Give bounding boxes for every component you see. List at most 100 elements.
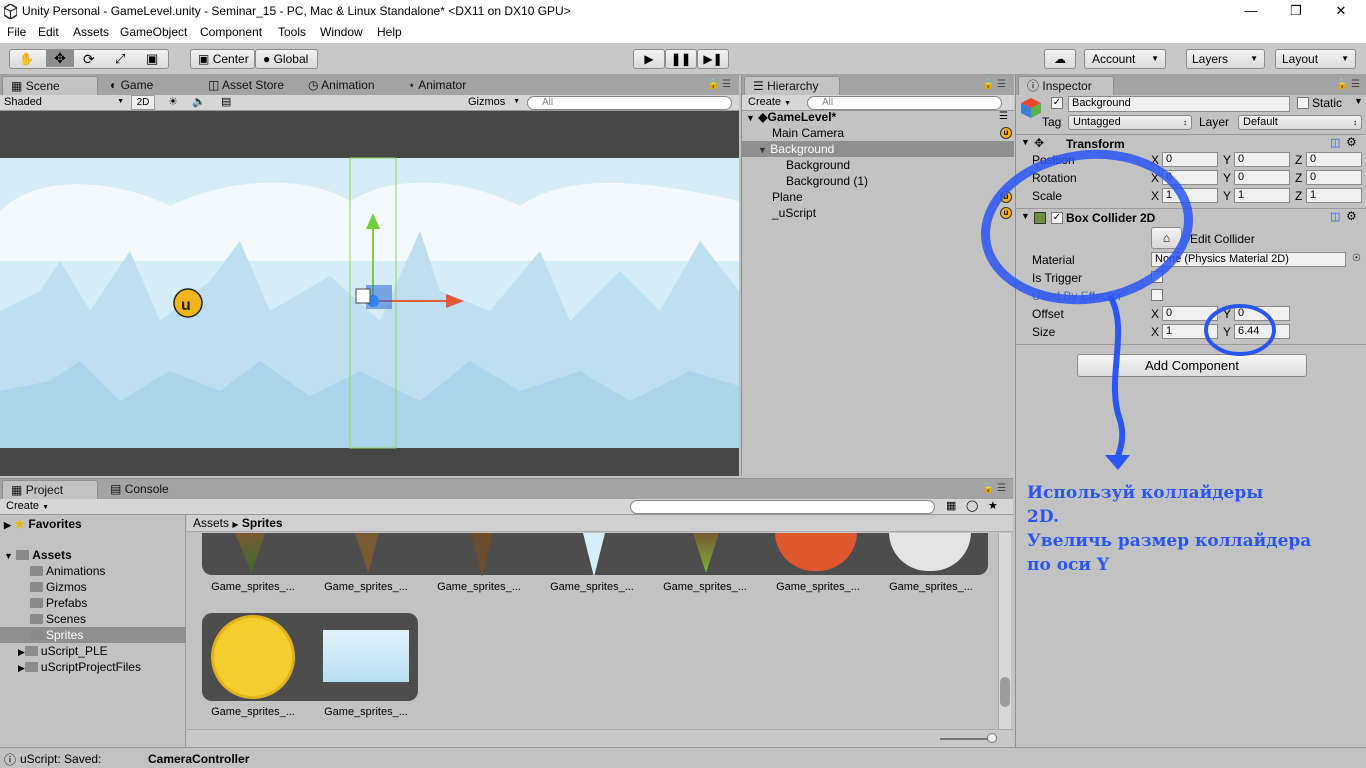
move-tool-icon[interactable]: ✥	[46, 49, 74, 67]
account-dropdown[interactable]: Account ▼	[1084, 49, 1166, 69]
edit-collider-button[interactable]: ⌂	[1151, 227, 1182, 249]
tab-inspector[interactable]: ⓘ Inspector	[1018, 76, 1114, 95]
static-checkbox[interactable]	[1297, 97, 1309, 109]
folder-scenes[interactable]: Scenes	[30, 611, 86, 627]
pause-button[interactable]: ❚❚	[665, 49, 697, 69]
favorites-node[interactable]: ▶ ★ Favorites	[4, 516, 82, 532]
position-z-field[interactable]: 0	[1306, 152, 1362, 167]
thumbnail-size-slider-knob[interactable]	[987, 733, 997, 743]
rotation-z-field[interactable]: 0	[1306, 170, 1362, 185]
breadcrumb-assets[interactable]: Assets	[193, 516, 229, 530]
2d-toggle[interactable]: 2D	[131, 95, 155, 110]
collab-button[interactable]: ☁	[1044, 49, 1076, 69]
hierarchy-create-dropdown[interactable]: Create ▼	[748, 96, 791, 108]
offset-x-field[interactable]: 0	[1162, 306, 1218, 321]
size-x-field[interactable]: 1	[1162, 324, 1218, 339]
help-icon[interactable]: ◫	[1330, 210, 1340, 223]
tag-dropdown[interactable]: Untagged ↕	[1068, 115, 1192, 130]
close-button[interactable]: ✕	[1318, 0, 1364, 24]
asset-grid-scrollbar[interactable]	[998, 533, 1011, 729]
star-icon[interactable]: ★	[988, 499, 998, 512]
restore-button[interactable]: ❐	[1273, 0, 1319, 24]
lock-icon[interactable]: 🔒	[1336, 79, 1348, 90]
tab-project[interactable]: ▦ Project	[2, 480, 98, 499]
tab-scene[interactable]: ▦ Scene	[2, 76, 98, 95]
position-x-field[interactable]: 0	[1162, 152, 1218, 167]
scale-x-field[interactable]: 1	[1162, 188, 1218, 203]
layer-dropdown[interactable]: Default ↕	[1238, 115, 1362, 130]
gizmos-dropdown[interactable]: Gizmos ▼	[468, 96, 520, 108]
collider-enabled-checkbox[interactable]: ✓	[1051, 212, 1063, 224]
pivot-toggle[interactable]: ▣ Center	[190, 49, 255, 69]
position-y-field[interactable]: 0	[1234, 152, 1290, 167]
scene-root-row[interactable]: ▼ ◆GameLevel* ☰	[742, 109, 1014, 125]
scrollbar-thumb[interactable]	[1000, 677, 1010, 707]
gear-icon[interactable]: ⚙	[1346, 135, 1357, 149]
menu-help[interactable]: Help	[377, 25, 402, 39]
minimize-button[interactable]: —	[1228, 0, 1274, 24]
hierarchy-item-background-child[interactable]: Background	[742, 157, 1014, 173]
hierarchy-item-background-1[interactable]: Background (1)	[742, 173, 1014, 189]
scene-viewport[interactable]: u	[0, 111, 739, 476]
folder-gizmos[interactable]: Gizmos	[30, 579, 87, 595]
layout-dropdown[interactable]: Layout ▼	[1275, 49, 1356, 69]
rotation-y-field[interactable]: 0	[1234, 170, 1290, 185]
folder-uscript-ple[interactable]: ▶ uScript_PLE	[18, 643, 108, 659]
menu-gameobject[interactable]: GameObject	[120, 25, 187, 39]
breadcrumb-sprites[interactable]: Sprites	[242, 516, 283, 530]
panel-menu-icon[interactable]: ☰	[722, 79, 731, 90]
active-checkbox[interactable]: ✓	[1051, 97, 1063, 109]
folder-sprites-selected[interactable]: Sprites	[0, 627, 186, 643]
lock-icon[interactable]: 🔒	[982, 483, 994, 494]
rotate-tool-icon[interactable]: ⟳	[83, 50, 95, 68]
thumbnail-size-slider[interactable]	[940, 738, 992, 740]
hand-tool-icon[interactable]: ✋	[19, 50, 34, 68]
layers-dropdown[interactable]: Layers ▼	[1186, 49, 1265, 69]
space-toggle[interactable]: ● Global	[255, 49, 318, 69]
tab-asset-store[interactable]: ◫ Asset Store	[200, 76, 292, 95]
panel-menu-icon[interactable]: ☰	[1351, 79, 1360, 90]
size-y-field[interactable]: 6.44	[1234, 324, 1290, 339]
chevron-down-icon[interactable]: ▼	[1354, 96, 1363, 106]
rotation-x-field[interactable]: 0	[1162, 170, 1218, 185]
menu-component[interactable]: Component	[200, 25, 262, 39]
sun-icon[interactable]: ☀	[168, 95, 178, 108]
lock-icon[interactable]: 🔒	[707, 79, 719, 90]
menu-assets[interactable]: Assets	[73, 25, 109, 39]
transform-header[interactable]: ▼ ✥ Transform ◫ ⚙	[1016, 134, 1366, 152]
box-collider-header[interactable]: ▼ ✓ Box Collider 2D ◫ ⚙	[1016, 208, 1366, 226]
panel-menu-icon[interactable]: ☰	[997, 483, 1006, 494]
play-button[interactable]: ▶	[633, 49, 665, 69]
panel-menu-icon[interactable]: ☰	[999, 109, 1008, 125]
shading-dropdown[interactable]: Shaded ▼	[4, 96, 124, 108]
step-button[interactable]: ▶❚	[697, 49, 729, 69]
project-create-dropdown[interactable]: Create ▼	[6, 500, 49, 512]
tab-console[interactable]: ▤ Console	[102, 480, 177, 499]
tab-game[interactable]: ◐ Game	[102, 76, 161, 95]
hierarchy-search-input[interactable]: All	[807, 96, 1002, 110]
hierarchy-item-main-camera[interactable]: Main Camera u	[742, 125, 1014, 141]
sprite-thumb-coin[interactable]	[211, 615, 295, 699]
folder-animations[interactable]: Animations	[30, 563, 105, 579]
material-field[interactable]: None (Physics Material 2D)	[1151, 252, 1346, 267]
menu-edit[interactable]: Edit	[38, 25, 59, 39]
is-trigger-checkbox[interactable]	[1151, 271, 1163, 283]
lock-icon[interactable]: 🔒	[982, 79, 994, 90]
rect-tool-icon[interactable]: ▣	[146, 50, 158, 68]
folder-prefabs[interactable]: Prefabs	[30, 595, 87, 611]
image-icon[interactable]: ▤	[221, 95, 231, 108]
project-search-input[interactable]	[630, 500, 935, 514]
object-picker-icon[interactable]: ☉	[1352, 253, 1361, 264]
panel-menu-icon[interactable]: ☰	[997, 79, 1006, 90]
menu-window[interactable]: Window	[320, 25, 363, 39]
help-icon[interactable]: ◫	[1330, 136, 1340, 149]
hierarchy-item-uscript[interactable]: _uScript u	[742, 205, 1014, 221]
scale-z-field[interactable]: 1	[1306, 188, 1362, 203]
scale-tool-icon[interactable]: ⤢	[115, 50, 125, 68]
menu-file[interactable]: File	[7, 25, 26, 39]
offset-y-field[interactable]: 0	[1234, 306, 1290, 321]
menu-tools[interactable]: Tools	[278, 25, 306, 39]
tab-animation[interactable]: ◷ Animation	[300, 76, 383, 95]
speaker-icon[interactable]: 🔈	[192, 95, 206, 108]
filter-type-icon[interactable]: ▦	[946, 499, 956, 512]
